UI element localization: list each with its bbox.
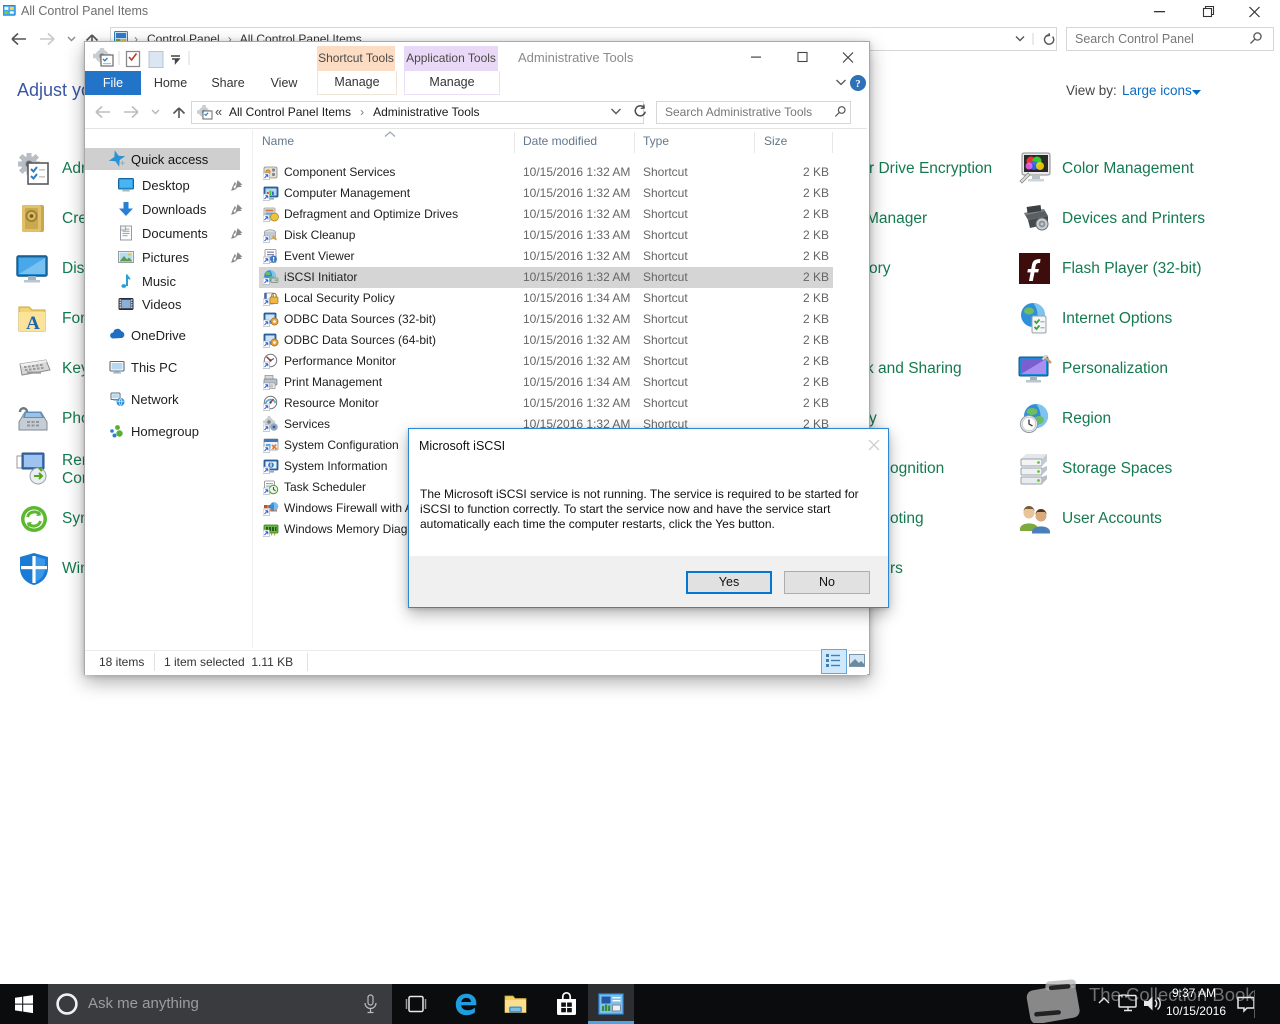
- svg-text:?: ?: [855, 78, 861, 90]
- svg-text:A: A: [26, 313, 40, 334]
